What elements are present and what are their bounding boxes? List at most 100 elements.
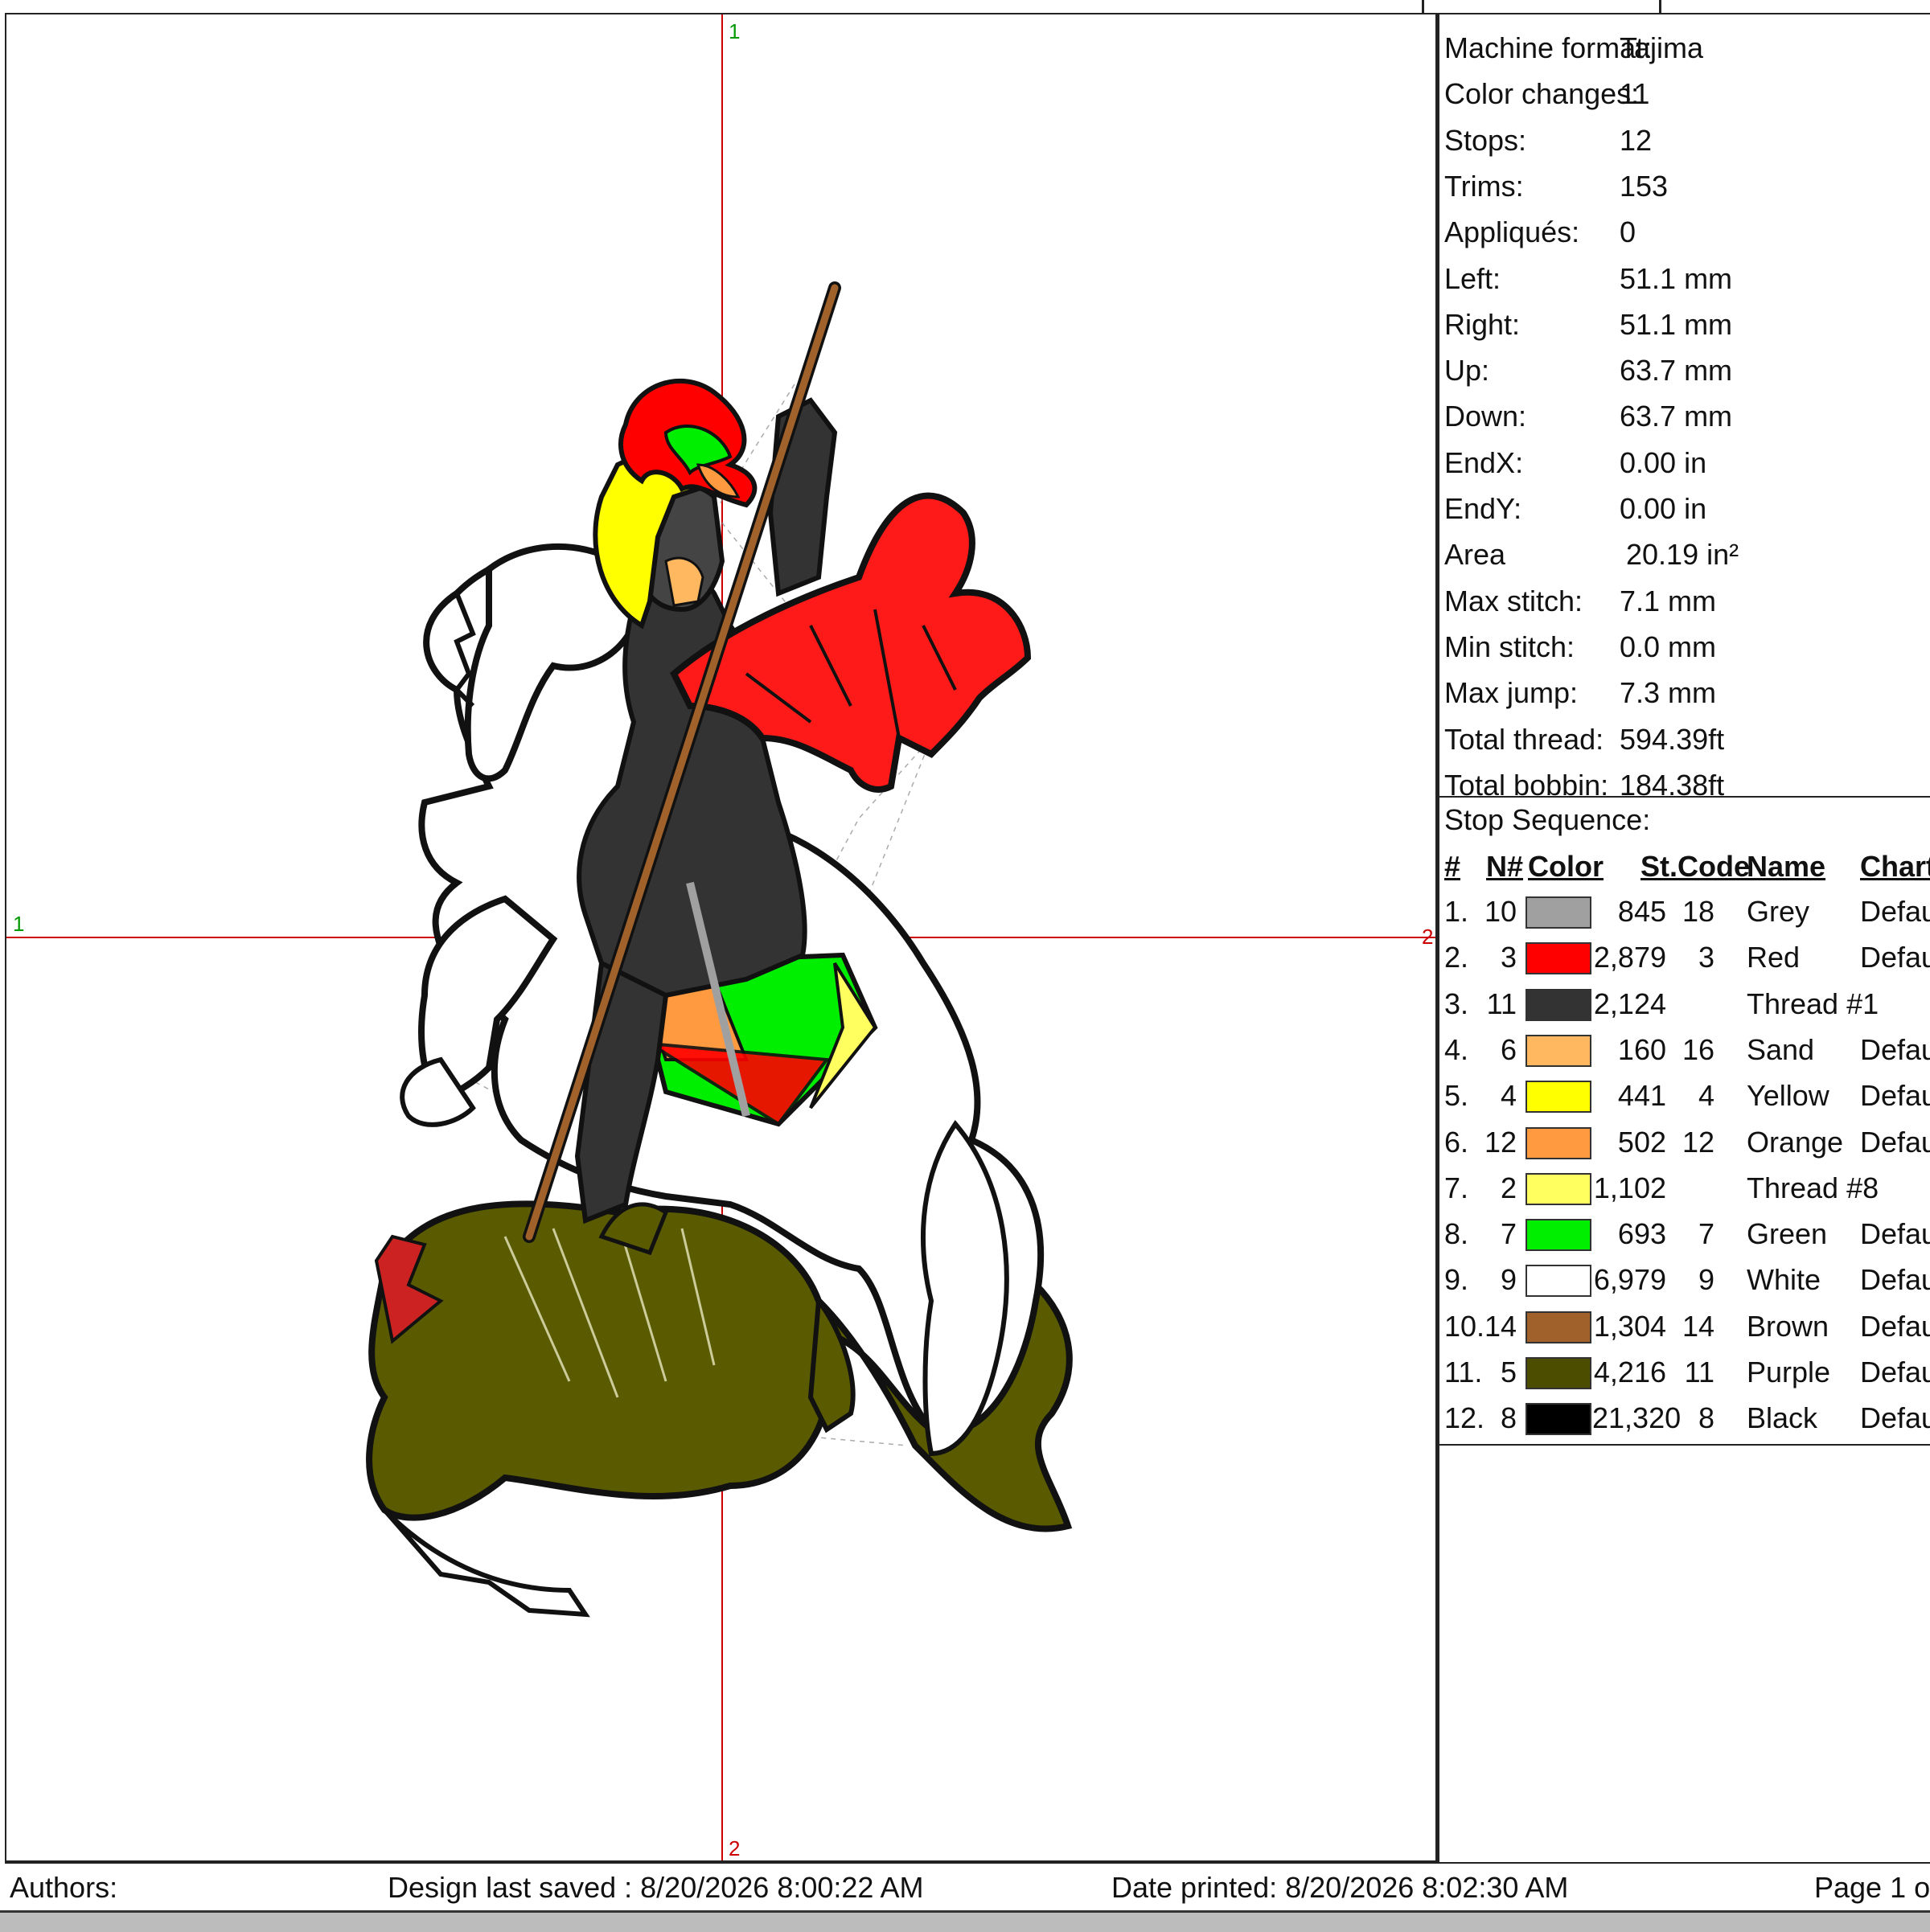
- design-preview: 1 2 1 2: [5, 13, 1437, 1862]
- property-label: EndY:: [1444, 492, 1522, 525]
- stop-sequence-row: 6. 12 502 12 Orange Default: [1439, 1120, 1930, 1165]
- embroidery-design-image: 1 2 1 2: [6, 14, 1435, 1860]
- property-label: Appliqués:: [1444, 215, 1580, 249]
- thread-chart: Default: [1860, 1125, 1930, 1159]
- stop-sequence-row: 4. 6 160 16 Sand Default: [1439, 1028, 1930, 1073]
- thread-name: Black: [1747, 1401, 1818, 1435]
- property-label: Left:: [1444, 261, 1501, 295]
- needle-number: 14: [1484, 1309, 1517, 1343]
- property-label: Max stitch:: [1444, 584, 1583, 617]
- thread-name: Sand: [1747, 1032, 1815, 1066]
- thread-name: Purple: [1747, 1356, 1831, 1388]
- row-number: 6.: [1444, 1125, 1469, 1159]
- thread-color-swatch: [1526, 942, 1591, 975]
- axis-label-top: 1: [729, 19, 740, 43]
- needle-number: 7: [1500, 1217, 1517, 1251]
- col-header-color: Color: [1528, 850, 1604, 883]
- thread-code: 18: [1682, 895, 1714, 928]
- property-value: 7.3 mm: [1620, 676, 1717, 710]
- row-number: 2.: [1444, 941, 1469, 974]
- thread-color-swatch: [1526, 1081, 1591, 1114]
- stop-sequence-row: 5. 4 441 4 Yellow Default: [1439, 1073, 1930, 1118]
- stitch-count: 21,320: [1592, 1401, 1682, 1435]
- axis-label-right: 2: [1422, 925, 1433, 949]
- window-bottom-strip: [0, 1910, 1930, 1932]
- thread-code: 11: [1684, 1356, 1714, 1388]
- thread-code: 14: [1682, 1309, 1714, 1343]
- thread-chart: Default: [1860, 1356, 1930, 1388]
- thread-code: 12: [1682, 1125, 1714, 1159]
- property-label: Stops:: [1444, 123, 1527, 157]
- property-value: 0.00 in: [1620, 445, 1707, 479]
- row-number: 11.: [1444, 1356, 1483, 1388]
- footer-authors: Authors:: [10, 1871, 118, 1904]
- property-label: EndX:: [1444, 445, 1524, 479]
- axis-label-bottom: 2: [729, 1836, 740, 1860]
- thread-name: Thread #1: [1747, 987, 1879, 1020]
- needle-number: 10: [1484, 895, 1517, 928]
- stop-sequence-row: 9. 9 6,979 9 White Default: [1439, 1257, 1930, 1302]
- thread-name: Grey: [1747, 895, 1810, 928]
- table-bottom-divider: [1439, 1444, 1930, 1446]
- property-label: Total thread:: [1444, 722, 1604, 756]
- thread-name: Green: [1747, 1217, 1828, 1251]
- property-label: Down:: [1444, 400, 1527, 433]
- thread-chart: Default: [1860, 1401, 1930, 1435]
- stitch-count: 441: [1617, 1079, 1666, 1113]
- stop-sequence-row: 2. 3 2,879 3 Red Default: [1439, 935, 1930, 980]
- col-header-chart: Chart: [1860, 850, 1930, 883]
- row-number: 9.: [1444, 1263, 1469, 1297]
- thread-name: Orange: [1747, 1125, 1844, 1159]
- needle-number: 8: [1500, 1401, 1517, 1435]
- stitch-count: 1,304: [1593, 1309, 1666, 1343]
- thread-name: Yellow: [1747, 1079, 1829, 1113]
- thread-name: Thread #8: [1747, 1171, 1879, 1204]
- property-value: 594.39ft: [1620, 722, 1725, 756]
- needle-number: 11: [1486, 987, 1517, 1020]
- stitch-count: 502: [1617, 1125, 1666, 1159]
- property-value: 63.7 mm: [1620, 400, 1733, 433]
- thread-code: 9: [1698, 1263, 1714, 1297]
- property-value: 51.1 mm: [1620, 261, 1733, 295]
- property-value: 20.19 in²: [1626, 538, 1739, 572]
- stop-sequence-title: Stop Sequence:: [1444, 803, 1651, 836]
- thread-name: Red: [1747, 941, 1801, 974]
- property-value: 63.7 mm: [1620, 354, 1733, 388]
- thread-chart: Default: [1860, 1217, 1930, 1251]
- design-info-panel: Machine format: Tajima Color changes: 11 Sto…: [1437, 13, 1930, 1862]
- thread-code: 3: [1698, 941, 1714, 974]
- footer-date-printed: Date printed: 8/20/2026 8:02:30 AM: [1111, 1871, 1569, 1904]
- thread-code: 7: [1698, 1217, 1714, 1251]
- col-header-name: Name: [1747, 850, 1826, 883]
- needle-number: 2: [1500, 1171, 1517, 1204]
- thread-color-swatch: [1526, 1357, 1591, 1389]
- property-value: 0: [1620, 215, 1636, 249]
- thread-chart: Default: [1860, 1263, 1930, 1297]
- row-number: 5.: [1444, 1079, 1469, 1113]
- stop-sequence-row: 11. 5 4,216 11 Purple Default: [1439, 1350, 1930, 1395]
- property-label: Up:: [1444, 354, 1490, 388]
- property-value: Tajima: [1620, 31, 1704, 64]
- row-number: 4.: [1444, 1032, 1469, 1066]
- stitch-count: 2,124: [1593, 987, 1666, 1020]
- property-label: Right:: [1444, 307, 1521, 341]
- thread-name: White: [1747, 1263, 1821, 1297]
- thread-code: 4: [1698, 1079, 1714, 1113]
- thread-color-swatch: [1526, 1126, 1591, 1159]
- thread-code: 8: [1698, 1401, 1714, 1435]
- property-value: 0.0 mm: [1620, 630, 1717, 663]
- property-value: 51.1 mm: [1620, 307, 1733, 341]
- thread-code: 16: [1682, 1032, 1714, 1066]
- stop-sequence-row: 7. 2 1,102 Thread #8: [1439, 1166, 1930, 1211]
- stop-sequence-row: 1. 10 845 18 Grey Default: [1439, 889, 1930, 934]
- needle-number: 5: [1500, 1356, 1517, 1388]
- thread-color-swatch: [1526, 1311, 1591, 1343]
- property-label: Max jump:: [1444, 676, 1579, 710]
- row-number: 7.: [1444, 1171, 1469, 1204]
- needle-number: 6: [1500, 1032, 1517, 1066]
- property-label: Color changes:: [1444, 77, 1640, 111]
- property-value: 153: [1620, 169, 1669, 203]
- thread-color-swatch: [1526, 1034, 1591, 1067]
- row-number: 3.: [1444, 987, 1469, 1020]
- thread-chart: Default: [1860, 895, 1930, 928]
